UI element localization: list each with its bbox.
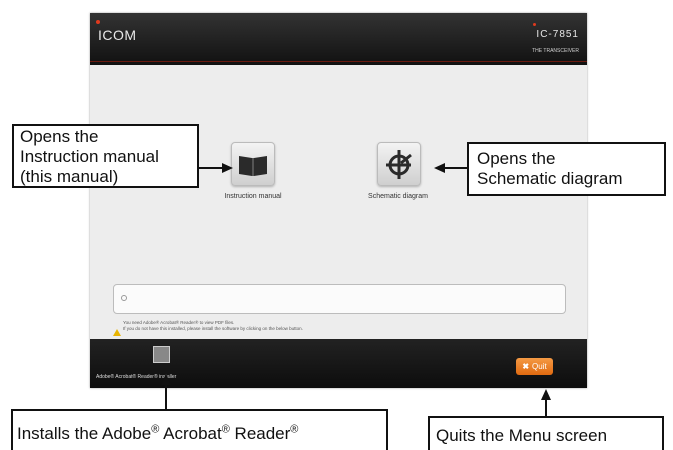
callout-installer-part-1: Installs the Adobe	[17, 424, 152, 443]
callout-installer-text: Installs the Adobe® Acrobat® Reader®	[17, 424, 382, 444]
registered-mark-3: ®	[290, 423, 299, 436]
callout-installer: Installs the Adobe® Acrobat® Reader®	[11, 409, 388, 450]
callout-instruction-line-3: (this manual)	[20, 167, 119, 186]
callout-installer-part-3: Reader	[229, 424, 291, 443]
callout-installer-part-2: Acrobat	[159, 424, 222, 443]
callout-instruction-line-1: Opens the	[20, 127, 99, 146]
callout-schematic: Opens the Schematic diagram	[467, 142, 666, 196]
callout-instruction: Opens the Instruction manual (this manua…	[12, 124, 199, 188]
callout-instruction-line-2: Instruction manual	[20, 147, 159, 166]
callout-quit: Quits the Menu screen	[428, 416, 664, 450]
callout-arrows	[161, 163, 551, 416]
callout-schematic-line-2: Schematic diagram	[477, 169, 623, 188]
callout-quit-text: Quits the Menu screen	[436, 426, 608, 445]
callout-schematic-line-1: Opens the	[477, 149, 556, 168]
registered-mark-2: ®	[221, 423, 230, 436]
